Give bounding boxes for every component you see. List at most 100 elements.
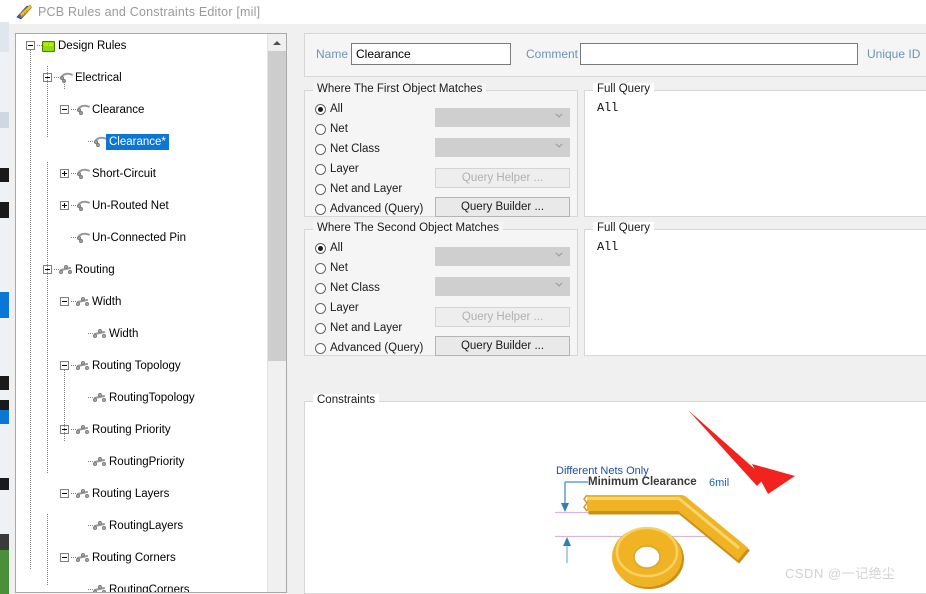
second-radio-net-label: Net: [330, 262, 348, 274]
first-query-helper-button[interactable]: Query Helper ...: [435, 168, 570, 188]
first-radio-net-and-layer-label: Net and Layer: [330, 183, 403, 195]
first-net-class-combo[interactable]: [435, 138, 570, 157]
radio-icon: [315, 322, 326, 334]
tree-item-width[interactable]: Width: [16, 294, 266, 310]
first-object-match-group: Where The First Object Matches All Net N…: [304, 83, 578, 217]
electrical-rule-icon: [75, 166, 91, 181]
tree-item-routing[interactable]: Routing: [16, 262, 266, 278]
constraints-group: Constraints Different Nets Only Minimum …: [304, 394, 926, 594]
chevron-down-icon: [555, 145, 562, 152]
collapse-icon[interactable]: [60, 553, 69, 562]
design-rules-folder-icon: [41, 39, 57, 53]
name-input[interactable]: [351, 43, 511, 65]
first-radio-all[interactable]: All: [315, 103, 343, 115]
design-rules-tree[interactable]: Design Rules Electrical Clearance Clearance…: [16, 34, 266, 592]
tree-item-label: RoutingLayers: [109, 520, 184, 532]
tree-item-routingpriority[interactable]: RoutingPriority: [16, 454, 266, 470]
second-query-builder-button[interactable]: Query Builder ...: [435, 336, 570, 356]
second-radio-all[interactable]: All: [315, 242, 343, 254]
first-radio-advanced-query-label: Advanced (Query): [330, 203, 424, 215]
csdn-watermark: CSDN @一记绝尘: [785, 566, 896, 581]
second-net-class-combo[interactable]: [435, 277, 570, 296]
tree-item-routing-priority[interactable]: Routing Priority: [16, 422, 266, 438]
routing-rule-icon: [92, 327, 108, 341]
first-radio-net-class[interactable]: Net Class: [315, 143, 380, 155]
tree-item-routingcorners[interactable]: RoutingCorners: [16, 582, 266, 592]
radio-icon: [315, 183, 326, 195]
tree-guide-line: [64, 82, 65, 90]
first-radio-advanced-query[interactable]: Advanced (Query): [315, 203, 423, 215]
tree-vertical-scrollbar[interactable]: [267, 34, 286, 592]
tree-item-un-connected-pin[interactable]: Un-Connected Pin: [16, 230, 266, 246]
routing-rule-icon: [92, 583, 108, 592]
tree-item-design-rules[interactable]: Design Rules: [16, 38, 266, 54]
tree-item-label: Width: [109, 328, 139, 340]
collapse-icon[interactable]: [26, 41, 35, 50]
radio-icon: [315, 262, 326, 274]
ruler-triangle-icon: [16, 4, 32, 20]
comment-input[interactable]: [580, 43, 858, 65]
tree-item-routing-corners[interactable]: Routing Corners: [16, 550, 266, 566]
pcb-rules-editor-window: PCB Rules and Constraints Editor [mil] D…: [0, 0, 926, 594]
tree-item-label: Routing Topology: [92, 360, 181, 372]
tree-item-routingtopology[interactable]: RoutingTopology: [16, 390, 266, 406]
tree-item-label: Routing: [75, 264, 115, 276]
second-radio-net-class[interactable]: Net Class: [315, 282, 380, 294]
comment-label: Comment: [526, 47, 579, 61]
first-net-combo[interactable]: [435, 108, 570, 127]
second-radio-advanced-query[interactable]: Advanced (Query): [315, 342, 423, 354]
electrical-rule-icon: [75, 198, 91, 213]
first-radio-net-label: Net: [330, 123, 348, 135]
second-query-helper-button[interactable]: Query Helper ...: [435, 307, 570, 327]
collapse-icon[interactable]: [60, 105, 69, 114]
first-full-query-title: Full Query: [593, 83, 655, 95]
tree-scroll-viewport: Design Rules Electrical Clearance Clearance…: [16, 34, 266, 592]
second-radio-layer[interactable]: Layer: [315, 302, 359, 314]
scroll-up-arrow-icon[interactable]: [268, 34, 286, 51]
collapse-icon[interactable]: [60, 361, 69, 370]
tree-guide-line: [47, 162, 48, 474]
second-radio-advanced-query-label: Advanced (Query): [330, 342, 424, 354]
first-radio-net[interactable]: Net: [315, 123, 348, 135]
second-full-query-title: Full Query: [593, 222, 655, 234]
second-radio-net-and-layer[interactable]: Net and Layer: [315, 322, 402, 334]
main-window: PCB Rules and Constraints Editor [mil] D…: [9, 0, 926, 594]
chevron-down-icon: [555, 254, 562, 261]
minimum-clearance-value[interactable]: 6mil: [709, 477, 729, 489]
radio-icon: [315, 242, 326, 254]
second-net-combo[interactable]: [435, 247, 570, 266]
first-radio-layer[interactable]: Layer: [315, 163, 359, 175]
scrollbar-thumb[interactable]: [268, 51, 286, 361]
first-query-builder-button[interactable]: Query Builder ...: [435, 197, 570, 217]
first-full-query-text[interactable]: All: [597, 101, 618, 115]
first-radio-net-class-label: Net Class: [330, 143, 380, 155]
tree-item-un-routed-net[interactable]: Un-Routed Net: [16, 198, 266, 214]
expand-icon[interactable]: [60, 169, 69, 178]
tree-item-label: Short-Circuit: [92, 168, 156, 180]
routing-rule-icon: [92, 391, 108, 405]
tree-item-clearance[interactable]: Clearance*: [16, 134, 266, 150]
tree-item-short-circuit[interactable]: Short-Circuit: [16, 166, 266, 182]
expand-icon[interactable]: [60, 201, 69, 210]
tree-item-width[interactable]: Width: [16, 326, 266, 342]
tree-item-label: Routing Corners: [92, 552, 176, 564]
tree-item-routing-topology[interactable]: Routing Topology: [16, 358, 266, 374]
second-radio-layer-label: Layer: [330, 302, 359, 314]
rule-detail-area: Name Comment Unique ID Where The First O…: [299, 33, 926, 594]
tree-guide-line: [30, 50, 31, 570]
tree-item-label: Un-Connected Pin: [92, 232, 186, 244]
second-radio-net-and-layer-label: Net and Layer: [330, 322, 403, 334]
routing-rule-icon: [75, 423, 91, 437]
tree-item-routing-layers[interactable]: Routing Layers: [16, 486, 266, 502]
tree-item-label: RoutingCorners: [109, 584, 190, 592]
first-radio-net-and-layer[interactable]: Net and Layer: [315, 183, 402, 195]
tree-item-clearance[interactable]: Clearance: [16, 102, 266, 118]
second-radio-net[interactable]: Net: [315, 262, 348, 274]
collapse-icon[interactable]: [60, 489, 69, 498]
design-rules-tree-panel: Design Rules Electrical Clearance Clearance…: [15, 33, 287, 593]
second-radio-net-class-label: Net Class: [330, 282, 380, 294]
collapse-icon[interactable]: [60, 297, 69, 306]
tree-item-routinglayers[interactable]: RoutingLayers: [16, 518, 266, 534]
tree-item-electrical[interactable]: Electrical: [16, 70, 266, 86]
second-full-query-text[interactable]: All: [597, 240, 618, 254]
